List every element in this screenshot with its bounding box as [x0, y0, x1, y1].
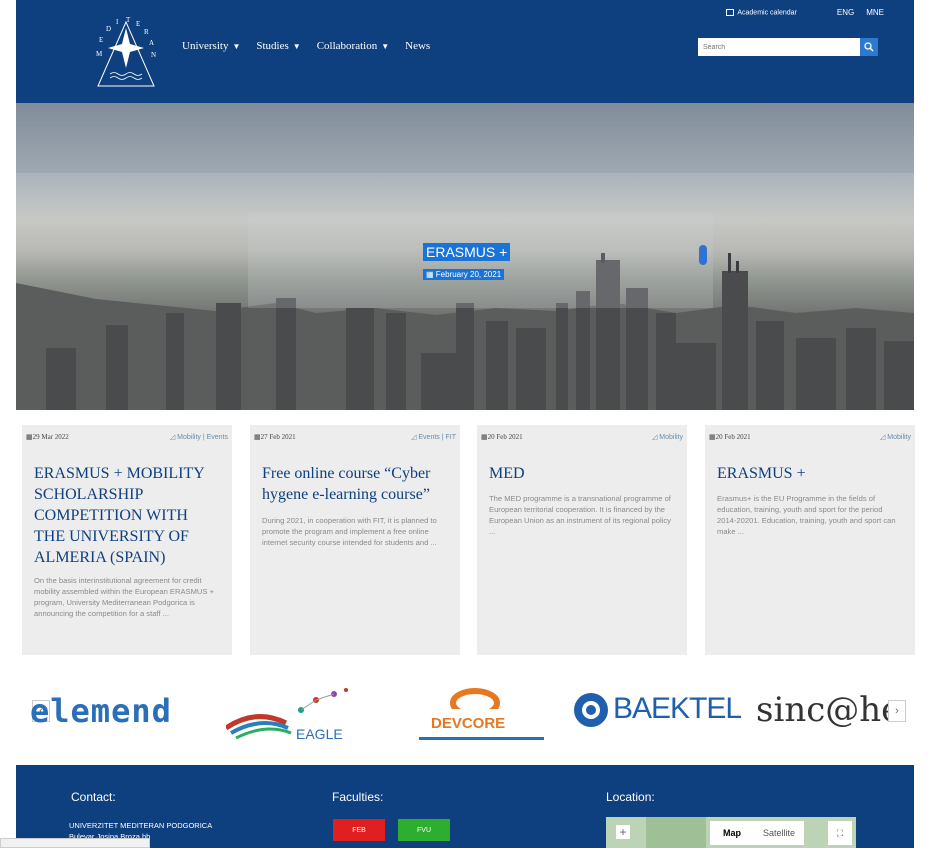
zoom-in-button[interactable]: + — [616, 825, 630, 839]
slider-indicator[interactable] — [699, 245, 707, 265]
news-category[interactable]: ◿ Mobility — [880, 433, 911, 441]
svg-text:E: E — [99, 36, 103, 44]
search-icon — [864, 42, 874, 52]
hero-date: ▦ February 20, 2021 — [423, 269, 505, 280]
chevron-down-icon: ▼ — [292, 41, 301, 51]
news-category[interactable]: ◿ Mobility | Events — [170, 433, 228, 441]
search-bar — [698, 38, 878, 56]
nav-university[interactable]: University ▼ — [182, 40, 240, 52]
nav-collaboration[interactable]: Collaboration ▼ — [317, 40, 389, 52]
news-title[interactable]: ERASMUS + MOBILITY SCHOLARSHIP COMPETITI… — [34, 463, 220, 568]
news-category[interactable]: ◿ Mobility — [652, 433, 683, 441]
university-logo[interactable]: M E D I T E R A N — [86, 10, 166, 90]
location-map[interactable]: + Map Satellite ⛶ — [606, 817, 856, 848]
news-date: ▦27 Feb 2021 — [254, 433, 296, 441]
academic-calendar-link[interactable]: Academic calendar — [726, 8, 797, 16]
news-card[interactable]: ▦20 Feb 2021 ◿ Mobility ERASMUS + Erasmu… — [705, 425, 915, 655]
search-button[interactable] — [860, 38, 878, 56]
nav-university-label[interactable]: University — [182, 40, 228, 52]
news-excerpt: The MED programme is a transnational pro… — [489, 494, 671, 536]
hero-date-text: February 20, 2021 — [435, 270, 502, 279]
main-nav: University ▼ Studies ▼ Collaboration ▼ N… — [182, 40, 430, 52]
site-header: M E D I T E R A N University ▼ Studies ▼… — [16, 0, 914, 103]
news-category[interactable]: ◿ Events | FIT — [411, 433, 456, 441]
academic-calendar-label[interactable]: Academic calendar — [737, 9, 797, 16]
lang-eng[interactable]: ENG — [837, 8, 854, 17]
hero-slider[interactable]: ERASMUS + ▦ February 20, 2021 — [16, 103, 914, 410]
carousel-next-button[interactable]: › — [888, 700, 906, 722]
faculty-fvu-button[interactable]: FVU — [398, 819, 450, 841]
partner-logo-devcore[interactable]: DEVCORE — [411, 685, 551, 747]
map-tab[interactable]: Map — [710, 821, 754, 845]
partner-logo-baektel[interactable]: BAEKTEL — [571, 690, 742, 740]
svg-text:I: I — [116, 18, 119, 26]
browser-status-bar — [0, 838, 150, 848]
faculty-feb-button[interactable]: FEB — [333, 819, 385, 841]
chevron-down-icon: ▼ — [232, 41, 241, 51]
site-footer: Contact: UNIVERZITET MEDITERAN PODGORICA… — [16, 765, 914, 848]
partner-logo-elemend[interactable]: elemend — [30, 692, 172, 730]
faculties-heading: Faculties: — [332, 790, 384, 804]
top-utility-bar: Academic calendar ENG MNE — [726, 8, 884, 17]
nav-collaboration-label[interactable]: Collaboration — [317, 40, 378, 52]
news-date: ▦20 Feb 2021 — [481, 433, 523, 441]
contact-heading: Contact: — [71, 790, 116, 804]
svg-text:M: M — [96, 50, 103, 58]
nav-studies[interactable]: Studies ▼ — [256, 40, 300, 52]
svg-text:T: T — [126, 16, 131, 24]
news-card[interactable]: ▦20 Feb 2021 ◿ Mobility MED The MED prog… — [477, 425, 687, 655]
chevron-down-icon: ▼ — [381, 41, 390, 51]
nav-studies-label[interactable]: Studies — [256, 40, 288, 52]
fullscreen-button[interactable]: ⛶ — [828, 821, 852, 845]
news-date: ▦20 Feb 2021 — [709, 433, 751, 441]
svg-text:D: D — [106, 25, 111, 33]
news-card[interactable]: ▦27 Feb 2021 ◿ Events | FIT Free online … — [250, 425, 460, 655]
partner-logo-eagle[interactable]: EAGLE — [224, 688, 356, 748]
calendar-icon — [726, 8, 735, 16]
news-title[interactable]: MED — [489, 463, 675, 484]
news-excerpt: Erasmus+ is the EU Programme in the fiel… — [717, 494, 896, 536]
language-switcher: ENG MNE — [837, 8, 884, 17]
news-title[interactable]: ERASMUS + — [717, 463, 903, 484]
location-heading: Location: — [606, 790, 655, 804]
partner-logo-sinche[interactable]: sinc@he — [756, 690, 901, 730]
nav-news[interactable]: News — [405, 40, 430, 52]
hero-title[interactable]: ERASMUS + — [423, 243, 511, 261]
nav-news-label[interactable]: News — [405, 40, 430, 52]
satellite-tab[interactable]: Satellite — [754, 821, 804, 845]
partners-carousel: ‹ elemend EAGLE DEVCORE BAEKTEL sinc@he … — [16, 680, 914, 750]
news-excerpt: During 2021, in cooperation with FIT, it… — [262, 516, 437, 547]
search-input[interactable] — [698, 38, 860, 56]
news-title[interactable]: Free online course “Cyber hygene e-learn… — [262, 463, 448, 505]
lang-mne[interactable]: MNE — [866, 8, 884, 17]
news-card[interactable]: ▦29 Mar 2022 ◿ Mobility | Events ERASMUS… — [22, 425, 232, 655]
map-terrain — [646, 817, 706, 848]
svg-text:A: A — [149, 39, 154, 47]
svg-text:E: E — [136, 20, 140, 28]
svg-text:R: R — [144, 28, 149, 36]
news-date: ▦29 Mar 2022 — [26, 433, 69, 441]
contact-line: UNIVERZITET MEDITERAN PODGORICA — [69, 821, 213, 830]
calendar-icon: ▦ — [426, 270, 436, 279]
news-excerpt: On the basis interinstitutional agreemen… — [34, 576, 215, 618]
svg-text:N: N — [151, 51, 156, 59]
